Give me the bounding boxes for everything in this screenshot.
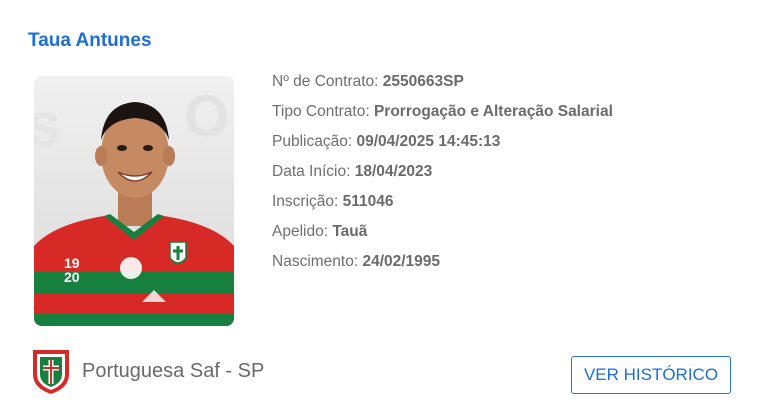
detail-value: 24/02/1995 xyxy=(362,253,441,270)
svg-text:O: O xyxy=(184,84,229,149)
detail-contract-type: Tipo Contrato: Prorrogação e Alteração S… xyxy=(272,100,613,130)
detail-label: Publicação: xyxy=(272,133,357,150)
detail-label: Nascimento: xyxy=(272,253,363,270)
detail-label: Data Início: xyxy=(272,163,355,180)
detail-label: Nº de Contrato: xyxy=(272,73,383,90)
detail-nickname: Apelido: Tauã xyxy=(272,220,613,250)
detail-birth-date: Nascimento: 24/02/1995 xyxy=(272,250,613,280)
detail-start-date: Data Início: 18/04/2023 xyxy=(272,160,613,190)
detail-label: Inscrição: xyxy=(272,193,343,210)
contract-details: Nº de Contrato: 2550663SP Tipo Contrato:… xyxy=(272,70,613,280)
detail-contract-number: Nº de Contrato: 2550663SP xyxy=(272,70,613,100)
detail-value: 09/04/2025 14:45:13 xyxy=(356,133,501,150)
player-photo: O S 19 20 xyxy=(34,76,234,326)
detail-publication: Publicação: 09/04/2025 14:45:13 xyxy=(272,130,613,160)
detail-registration: Inscrição: 511046 xyxy=(272,190,613,220)
view-history-button[interactable]: VER HISTÓRICO xyxy=(571,356,731,394)
detail-value: 511046 xyxy=(342,193,394,210)
player-name: Taua Antunes xyxy=(28,30,152,51)
detail-value: 18/04/2023 xyxy=(354,163,433,180)
player-card: Taua Antunes O S 19 20 Nº de Contrato: 2… xyxy=(0,0,760,420)
club-name: Portuguesa Saf - SP xyxy=(82,359,265,382)
detail-value: Prorrogação e Alteração Salarial xyxy=(373,103,613,120)
detail-label: Tipo Contrato: xyxy=(272,103,374,120)
detail-value: Tauã xyxy=(332,223,368,240)
detail-label: Apelido: xyxy=(272,223,333,240)
detail-value: 2550663SP xyxy=(382,73,464,90)
portuguesa-crest-icon xyxy=(33,350,69,394)
club-info: Portuguesa Saf - SP xyxy=(30,346,264,396)
svg-text:S: S xyxy=(34,104,60,157)
svg-text:20: 20 xyxy=(64,269,80,285)
